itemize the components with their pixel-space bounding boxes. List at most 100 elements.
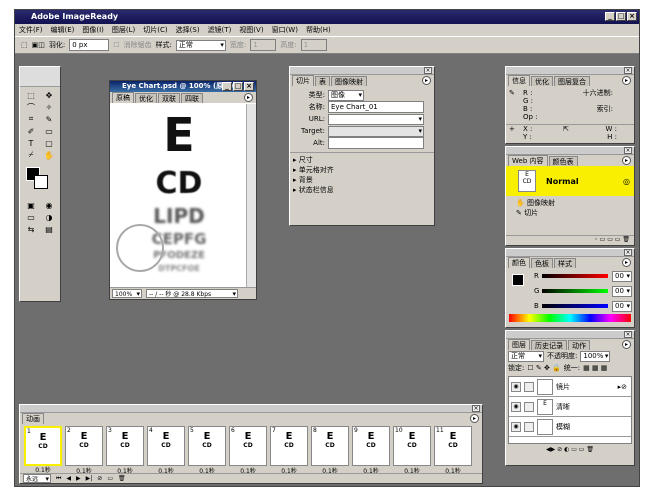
visibility-eye-icon[interactable]: ◉	[511, 401, 521, 412]
preview-icon[interactable]: ◑	[40, 211, 58, 223]
tab-web-content[interactable]: Web 内容	[508, 155, 548, 166]
tab-layer-comps[interactable]: 图层复合	[554, 76, 590, 86]
move-icon[interactable]: ✥	[40, 89, 58, 101]
loop-select[interactable]: 永远	[23, 474, 51, 484]
marquee-tool-icon[interactable]: ⬚	[21, 41, 28, 49]
tab-animation[interactable]: 动画	[22, 413, 44, 424]
color-panel-menu-icon[interactable]: ▸	[622, 258, 631, 267]
jump-icon[interactable]: ⇆	[22, 223, 40, 235]
tab-swatches[interactable]: 色板	[531, 258, 553, 268]
url-input[interactable]	[328, 113, 424, 125]
imagemap-item[interactable]: ✋ 图像映射	[516, 198, 624, 208]
color-ramp[interactable]	[509, 314, 631, 322]
tab-color-table[interactable]: 颜色表	[548, 156, 578, 166]
color-swatches[interactable]	[22, 165, 58, 195]
link-box[interactable]	[524, 421, 534, 432]
visibility-eye-icon[interactable]: ◉	[511, 381, 521, 392]
layer-row-lens[interactable]: ◉ 镜片 ▸⊘	[509, 377, 631, 397]
g-slider[interactable]	[542, 289, 608, 293]
doc-close-button[interactable]: ×	[244, 82, 254, 91]
layers-panel-menu-icon[interactable]: ▸	[622, 340, 631, 349]
antialias-checkbox[interactable]: ☐	[113, 41, 119, 49]
rollover-icon[interactable]: ▤	[40, 223, 58, 235]
tab-slice[interactable]: 切片	[292, 75, 314, 86]
shape-icon[interactable]: ▢	[40, 137, 58, 149]
section-background[interactable]: ▸ 背景	[293, 175, 431, 185]
layer-row-blur[interactable]: ◉ 模糊	[509, 417, 631, 437]
play-icon[interactable]: ▶	[76, 475, 81, 482]
section-dimensions[interactable]: ▸ 尺寸	[293, 155, 431, 165]
animation-panel-close-icon[interactable]: ×	[472, 405, 480, 412]
type-icon[interactable]: T	[22, 137, 40, 149]
animation-frame[interactable]: 4 E CD 0.1秒	[147, 426, 185, 475]
screen-mode-icon[interactable]: ▭	[22, 211, 40, 223]
layer-effects-icon[interactable]: ▸⊘	[618, 383, 627, 391]
type-select[interactable]: 图像	[328, 89, 364, 101]
alt-input[interactable]	[328, 137, 424, 149]
style-select[interactable]: 正常	[175, 39, 226, 51]
menu-view[interactable]: 视图(V)	[239, 24, 263, 36]
lasso-icon[interactable]: ⌒	[22, 101, 40, 113]
r-value[interactable]: 00	[612, 270, 632, 282]
section-status-message[interactable]: ▸ 状态栏信息	[293, 185, 431, 195]
menu-edit[interactable]: 编辑(E)	[51, 24, 75, 36]
slice-panel-menu-icon[interactable]: ▸	[422, 76, 431, 85]
tab-2up[interactable]: 双联	[158, 93, 180, 103]
background-color[interactable]	[34, 175, 48, 189]
doc-scrollbar[interactable]	[246, 104, 256, 287]
r-slider[interactable]	[542, 274, 608, 278]
tab-optimize[interactable]: 优化	[531, 76, 553, 86]
delete-frame-icon[interactable]: 🗑	[118, 475, 126, 482]
brush-icon[interactable]: ✐	[22, 125, 40, 137]
minimize-button[interactable]: _	[605, 12, 615, 21]
animation-frame[interactable]: 8 E CD 0.1秒	[311, 426, 349, 475]
menu-file[interactable]: 文件(F)	[19, 24, 43, 36]
zoom-select[interactable]: 100%	[112, 289, 142, 299]
section-cell-align[interactable]: ▸ 单元格对齐	[293, 165, 431, 175]
tab-table[interactable]: 表	[315, 76, 330, 86]
target-select[interactable]	[328, 125, 424, 137]
tab-4up[interactable]: 四联	[181, 93, 203, 103]
animation-frame[interactable]: 6 E CD 0.1秒	[229, 426, 267, 475]
visibility-eye-icon[interactable]: ◉	[511, 421, 521, 432]
tab-color[interactable]: 颜色	[508, 257, 530, 268]
slice-panel-close-icon[interactable]: ×	[424, 67, 432, 74]
download-info-select[interactable]: -- / -- 秒 @ 28.8 Kbps	[146, 289, 238, 299]
menu-filter[interactable]: 滤镜(T)	[208, 24, 232, 36]
link-box[interactable]	[524, 381, 534, 392]
animation-panel-menu-icon[interactable]: ▸	[470, 414, 479, 423]
width-input[interactable]: 1	[250, 39, 277, 51]
b-slider[interactable]	[542, 304, 608, 308]
color-fg-swatch[interactable]	[512, 274, 524, 286]
animation-frame[interactable]: 5 E CD 0.1秒	[188, 426, 226, 475]
g-value[interactable]: 00	[612, 285, 632, 297]
eraser-icon[interactable]: ▭	[40, 125, 58, 137]
tab-optimized[interactable]: 优化	[135, 93, 157, 103]
next-frame-icon[interactable]: ▶|	[86, 475, 93, 482]
lock-icons[interactable]: ☐ ✎ ✥ 🔒	[527, 364, 560, 372]
layers-footer-icons[interactable]: ◀▶ ⊘ ◐ ▭ ▭ 🗑	[506, 446, 634, 456]
menu-select[interactable]: 选择(S)	[176, 24, 200, 36]
prev-frame-icon[interactable]: ◀	[66, 475, 71, 482]
tab-actions[interactable]: 动作	[568, 340, 590, 350]
menu-image[interactable]: 图像(I)	[82, 24, 104, 36]
color-panel-close-icon[interactable]: ×	[624, 249, 632, 256]
web-panel-menu-icon[interactable]: ▸	[622, 156, 631, 165]
tab-layers[interactable]: 图层	[508, 339, 530, 350]
tween-icon[interactable]: ⊘	[97, 475, 102, 482]
unify-icons[interactable]: ▦ ▦ ▦	[583, 364, 607, 372]
crop-icon[interactable]: ⌗	[22, 113, 40, 125]
menu-help[interactable]: 帮助(H)	[306, 24, 331, 36]
slice-icon[interactable]: ✎	[40, 113, 58, 125]
standard-mode-icon[interactable]: ▣	[22, 199, 40, 211]
rollover-state-row[interactable]: E CD Normal ◎	[506, 166, 634, 196]
animation-frame[interactable]: 2 E CD 0.1秒	[65, 426, 103, 475]
tab-history[interactable]: 历史记录	[531, 340, 567, 350]
animation-frame[interactable]: 1 E CD 0.1秒	[24, 426, 62, 474]
info-panel-close-icon[interactable]: ×	[624, 67, 632, 74]
tab-original[interactable]: 原稿	[112, 92, 134, 103]
web-panel-footer-icons[interactable]: ◦ ▭ ▭ ▭ 🗑	[506, 235, 634, 245]
layers-panel-close-icon[interactable]: ×	[624, 331, 632, 338]
doc-minimize-button[interactable]: _	[222, 82, 232, 91]
link-box[interactable]	[524, 401, 534, 412]
